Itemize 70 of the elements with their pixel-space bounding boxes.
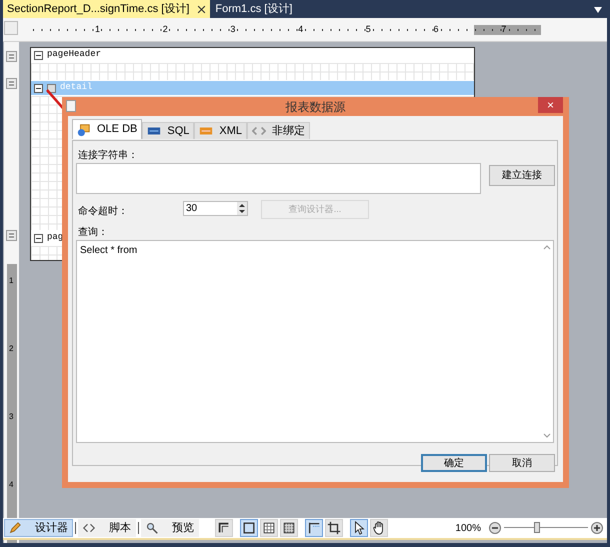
toolbar-toggle[interactable] xyxy=(305,519,323,537)
toolbar-toggle[interactable] xyxy=(260,519,278,537)
code-brackets-icon xyxy=(83,522,95,534)
pointer-icon xyxy=(352,521,366,535)
dialog-tab[interactable]: OLE DB xyxy=(72,119,142,139)
cancel-button[interactable]: 取消 xyxy=(489,454,555,472)
ruler-label: 2 xyxy=(162,23,168,35)
section-icon xyxy=(47,84,56,92)
slider-thumb[interactable] xyxy=(534,522,540,533)
document-icon xyxy=(66,100,76,112)
grid-icon xyxy=(262,521,276,535)
zoom-out-icon xyxy=(489,522,501,534)
timeout-spinner[interactable]: 30 xyxy=(183,201,248,216)
unbound-icon xyxy=(252,124,266,138)
ruler-label: 1 xyxy=(95,23,100,35)
section-handle-icon xyxy=(6,78,17,89)
document-tab[interactable]: SectionReport_D...signTime.cs [设计] xyxy=(3,0,210,18)
ok-button[interactable]: 确定 xyxy=(421,454,487,472)
scroll-down-icon xyxy=(543,433,551,439)
grid-icon xyxy=(282,521,296,535)
dialog-title: 报表数据源 xyxy=(286,98,346,116)
ruler-label: 3 xyxy=(9,412,14,421)
dialog-tab[interactable]: SQL xyxy=(142,122,194,139)
query-text-area[interactable]: Select * from xyxy=(76,240,554,443)
magnifier-icon xyxy=(146,522,158,534)
ruler-label: 5 xyxy=(366,23,371,35)
fit-icon xyxy=(217,521,231,535)
collapse-icon xyxy=(34,50,43,60)
view-tab[interactable]: 预览 xyxy=(141,519,199,537)
connect-button[interactable]: 建立连接 xyxy=(489,165,555,186)
collapse-icon xyxy=(34,234,43,242)
field-label: 连接字符串： xyxy=(78,148,138,163)
spin-arrows-icon xyxy=(237,202,247,215)
zoom-slider[interactable] xyxy=(504,522,588,534)
ruler-label: 1 xyxy=(9,276,14,285)
view-tab[interactable]: 设计器 xyxy=(4,519,73,537)
toolbar-toggle[interactable] xyxy=(240,519,258,537)
field-label: 命令超时： xyxy=(78,204,128,219)
snapline-icon xyxy=(307,521,321,535)
zoom-in-icon xyxy=(591,522,603,534)
ruler-label: 4 xyxy=(9,480,14,489)
zoom-percent: 100% xyxy=(455,522,481,536)
section-handle-icon xyxy=(6,230,17,241)
ruler-label: 3 xyxy=(230,23,236,35)
ruler-label: 4 xyxy=(298,23,304,35)
toolbar-toggle[interactable] xyxy=(280,519,298,537)
pencil-icon xyxy=(9,522,21,534)
database-icon xyxy=(77,122,91,136)
dialog-tab[interactable]: XML xyxy=(194,122,247,139)
ruler-label: 2 xyxy=(9,344,14,353)
collapse-icon xyxy=(34,84,43,92)
square-icon xyxy=(242,521,256,535)
hand-icon xyxy=(372,521,386,535)
field-label: 查询： xyxy=(78,226,108,240)
toolbar-toggle[interactable] xyxy=(370,519,388,537)
section-handle-icon xyxy=(6,51,17,62)
close-button[interactable]: × xyxy=(538,97,563,113)
ruler-label: 6 xyxy=(434,23,439,35)
toolbar-toggle[interactable] xyxy=(325,519,343,537)
view-tab[interactable]: 脚本 xyxy=(78,519,136,537)
crop-icon xyxy=(327,521,341,535)
toolbar-toggle[interactable] xyxy=(215,519,233,537)
document-tab[interactable]: Form1.cs [设计] xyxy=(211,0,296,18)
connection-string-field[interactable] xyxy=(76,163,481,194)
dropdown-icon xyxy=(594,7,602,13)
dialog-tab[interactable]: 非绑定 xyxy=(247,122,310,139)
ruler-label: 7 xyxy=(501,23,506,35)
toolbar-toggle[interactable] xyxy=(350,519,368,537)
ruler-margin xyxy=(474,25,541,35)
scroll-up-icon xyxy=(543,244,551,250)
